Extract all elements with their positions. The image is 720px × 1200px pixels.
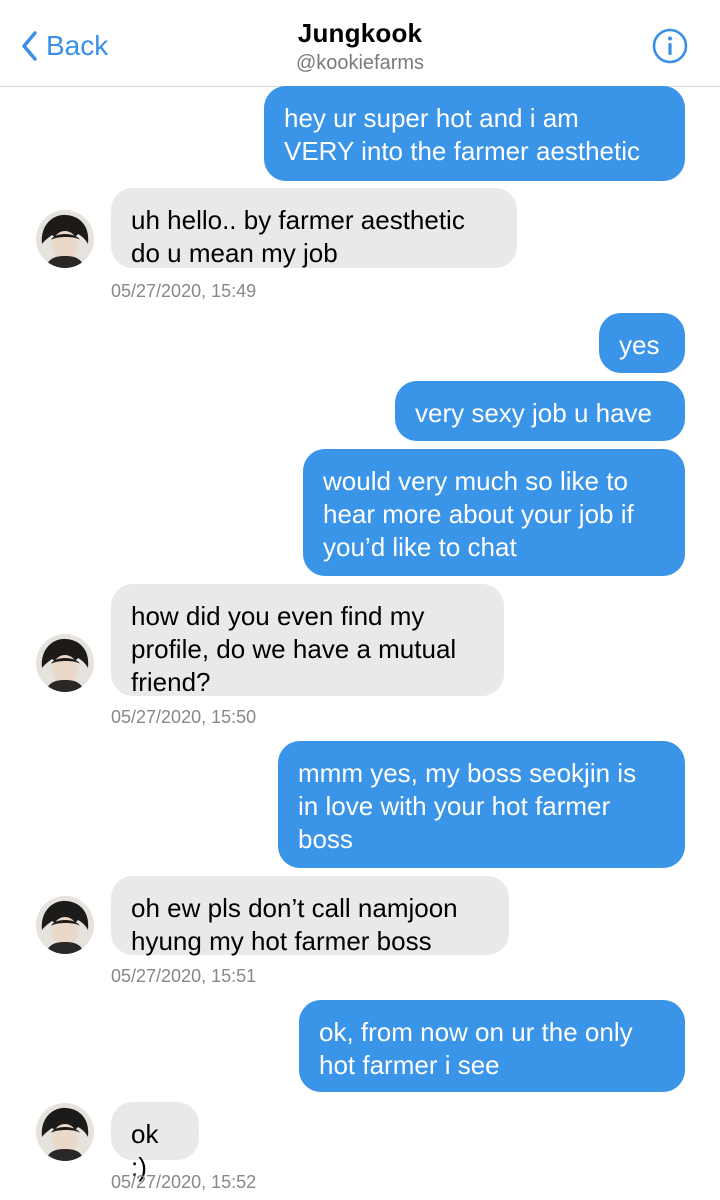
avatar[interactable] bbox=[36, 634, 94, 692]
outgoing-message-bubble[interactable]: would very much so like to hear more abo… bbox=[303, 449, 685, 576]
outgoing-message-bubble[interactable]: ok, from now on ur the only hot farmer i… bbox=[299, 1000, 685, 1092]
avatar[interactable] bbox=[36, 1103, 94, 1161]
message-timestamp: 05/27/2020, 15:50 bbox=[111, 707, 257, 727]
incoming-message-bubble[interactable]: ok :) bbox=[111, 1102, 199, 1182]
contact-name: Jungkook bbox=[297, 18, 423, 48]
conversation-header: Back Jungkook @kookiefarms bbox=[0, 0, 720, 87]
message-timestamp: 05/27/2020, 15:51 bbox=[111, 966, 257, 986]
avatar[interactable] bbox=[36, 210, 94, 268]
incoming-message-bubble[interactable]: uh hello.. by farmer aesthetic do u mean… bbox=[111, 188, 517, 268]
outgoing-message-bubble[interactable]: mmm yes, my boss seokjin is in love with… bbox=[278, 741, 685, 868]
outgoing-message-bubble[interactable]: hey ur super hot and i am VERY into the … bbox=[264, 86, 685, 181]
contact-handle: @kookiefarms bbox=[295, 52, 425, 74]
outgoing-message-bubble[interactable]: very sexy job u have bbox=[395, 381, 685, 441]
message-timestamp: 05/27/2020, 15:52 bbox=[111, 1172, 257, 1192]
incoming-message-bubble[interactable]: how did you even find my profile, do we … bbox=[111, 584, 504, 697]
outgoing-message-bubble[interactable]: yes bbox=[599, 313, 685, 373]
avatar[interactable] bbox=[36, 896, 94, 954]
info-circle-icon[interactable] bbox=[652, 28, 688, 64]
message-timestamp: 05/27/2020, 15:49 bbox=[111, 281, 257, 301]
incoming-message-bubble[interactable]: oh ew pls don’t call namjoon hyung my ho… bbox=[111, 876, 509, 956]
